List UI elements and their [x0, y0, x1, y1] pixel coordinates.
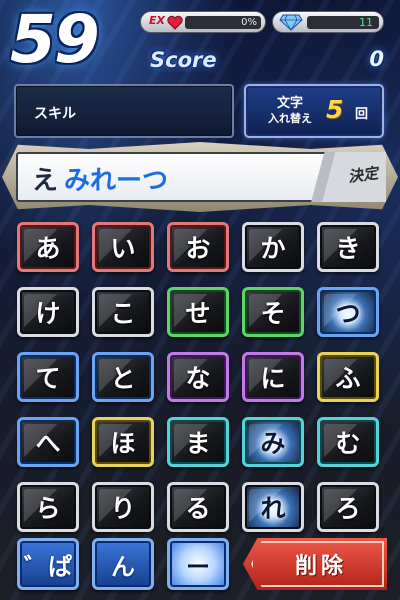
- letter-tile-char: そ: [260, 299, 286, 328]
- letter-tile-char: へ: [35, 429, 61, 458]
- ex-label: EX: [149, 14, 165, 27]
- ex-percent: 0%: [241, 17, 257, 28]
- letter-tile[interactable]: ら: [17, 482, 79, 532]
- letter-tile[interactable]: ふ: [317, 352, 379, 402]
- delete-label: 削除: [294, 554, 347, 579]
- letter-tile-char: る: [185, 494, 211, 523]
- diamond-icon: [279, 14, 303, 31]
- letter-tile[interactable]: む: [317, 417, 379, 467]
- letter-tile[interactable]: せ: [167, 287, 229, 337]
- letter-tile[interactable]: い: [92, 222, 154, 272]
- letter-tile-char: け: [35, 299, 61, 328]
- letter-tile-char: い: [110, 234, 136, 263]
- letter-tile[interactable]: と: [92, 352, 154, 402]
- score-label: Score: [150, 48, 217, 72]
- letter-tile-char: せ: [185, 299, 211, 328]
- letter-tile-char: む: [335, 429, 361, 458]
- n-button[interactable]: ん: [92, 538, 154, 590]
- letter-tile-char: ま: [185, 429, 211, 458]
- letter-tile-char: つ: [335, 299, 361, 328]
- confirm-label: 決定: [346, 163, 380, 186]
- letter-tile[interactable]: つ: [317, 287, 379, 337]
- letter-tile[interactable]: へ: [17, 417, 79, 467]
- letter-tile[interactable]: あ: [17, 222, 79, 272]
- ex-gauge: EX 0%: [140, 11, 266, 33]
- letter-tile-char: お: [185, 234, 211, 263]
- letter-tile-char: て: [35, 364, 61, 393]
- ex-progress-track: 0%: [185, 16, 261, 29]
- letter-tile[interactable]: そ: [242, 287, 304, 337]
- gem-counter: 11: [272, 11, 384, 33]
- letter-tile-char: り: [110, 494, 136, 523]
- confirm-button[interactable]: 決定: [308, 152, 386, 202]
- letter-tile[interactable]: ま: [167, 417, 229, 467]
- letter-tile[interactable]: ほ: [92, 417, 154, 467]
- swap-label-line2: 入れ替え: [268, 112, 312, 125]
- letter-tile[interactable]: き: [317, 222, 379, 272]
- letter-tile[interactable]: る: [167, 482, 229, 532]
- bottom-controls: ゛ぱ ん ー 削除: [17, 538, 387, 590]
- skill-label: スキル: [34, 106, 76, 122]
- swap-label-line1: 文字: [276, 96, 303, 111]
- letter-tile[interactable]: り: [92, 482, 154, 532]
- letter-tile-char: こ: [110, 299, 136, 328]
- letter-tile[interactable]: お: [167, 222, 229, 272]
- letter-tile-char: ら: [35, 494, 61, 523]
- letter-tile-char: き: [335, 234, 361, 263]
- heart-icon: [167, 15, 183, 30]
- long-vowel-button[interactable]: ー: [167, 538, 229, 590]
- letter-tile[interactable]: こ: [92, 287, 154, 337]
- letter-tile-char: み: [260, 429, 286, 458]
- skill-button[interactable]: スキル: [14, 84, 234, 138]
- letter-swap-button[interactable]: 文字 入れ替え 5 回: [244, 84, 384, 138]
- gem-count: 11: [359, 16, 373, 29]
- letter-tile[interactable]: な: [167, 352, 229, 402]
- letter-tile[interactable]: に: [242, 352, 304, 402]
- letter-tile-char: に: [260, 364, 286, 393]
- gem-track: 11: [307, 16, 379, 29]
- letter-tile-char: と: [110, 364, 136, 393]
- letter-tile[interactable]: み: [242, 417, 304, 467]
- letter-tile[interactable]: れ: [242, 482, 304, 532]
- letter-tile[interactable]: か: [242, 222, 304, 272]
- word-rest-chars: みれーつ: [64, 166, 169, 196]
- letter-tile-char: れ: [260, 494, 286, 523]
- swap-unit: 回: [355, 107, 369, 122]
- letter-tile-char: な: [185, 364, 211, 393]
- letter-tile[interactable]: ろ: [317, 482, 379, 532]
- letter-tile-char: ほ: [110, 429, 136, 458]
- letter-tile-char: か: [260, 234, 286, 263]
- letter-tile-char: ふ: [335, 364, 361, 393]
- letter-tile-char: あ: [35, 234, 61, 263]
- letter-tile[interactable]: け: [17, 287, 79, 337]
- countdown-timer: 59: [10, 1, 100, 78]
- dakuten-button[interactable]: ゛ぱ: [17, 538, 79, 590]
- letter-grid: あ い お か きけ こ せ そ つて と な に ふへ ほ ま み むら り る れ ろ: [17, 222, 387, 532]
- n-label: ん: [111, 552, 135, 581]
- long-vowel-label: ー: [186, 552, 210, 581]
- letter-tile-char: ろ: [335, 494, 361, 523]
- letter-tile[interactable]: て: [17, 352, 79, 402]
- word-first-char: え: [32, 166, 59, 196]
- dakuten-label: ゛ぱ: [24, 552, 72, 581]
- swap-count: 5: [326, 95, 344, 124]
- delete-button[interactable]: 削除: [243, 538, 387, 590]
- score-value: 0: [369, 47, 384, 71]
